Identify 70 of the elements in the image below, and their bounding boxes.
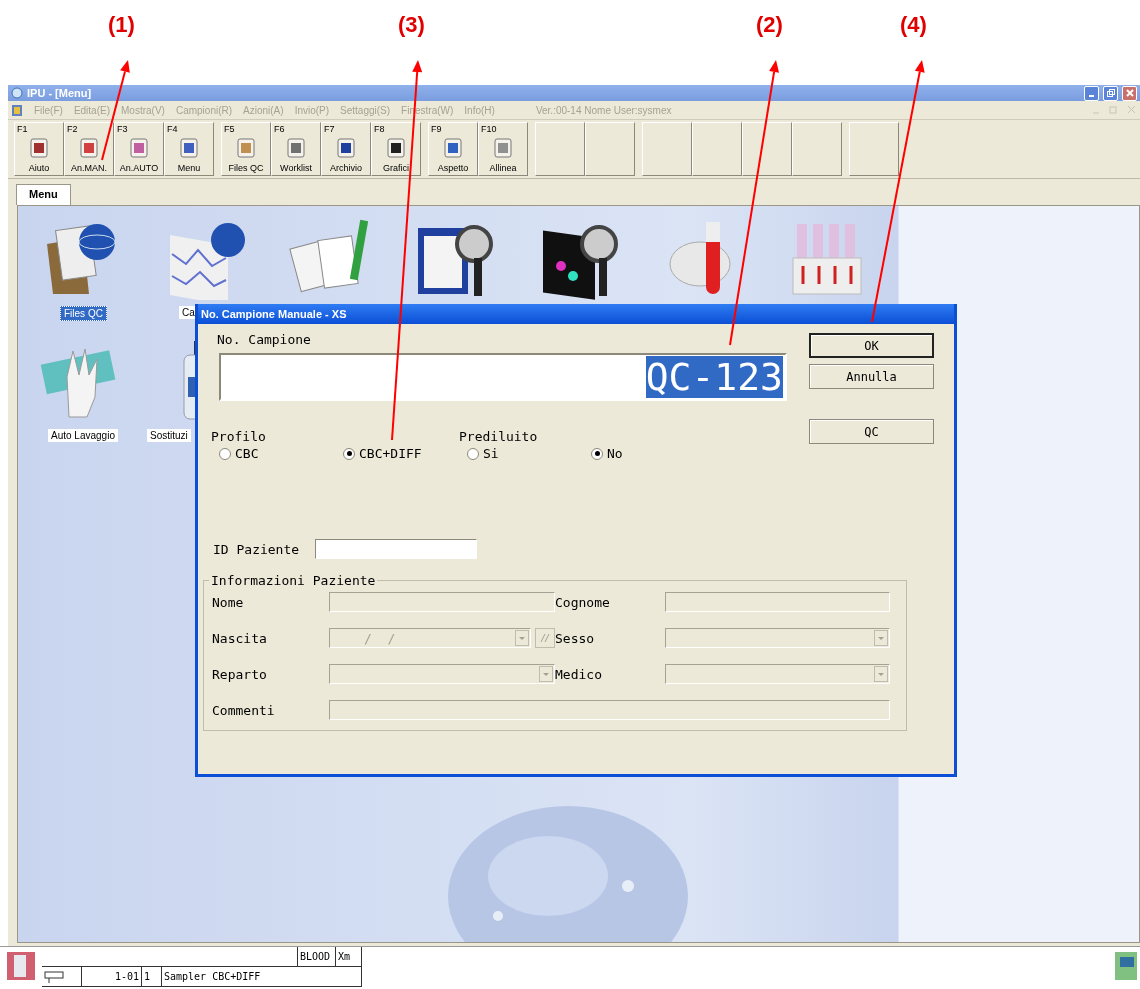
- annotation-label: (4): [900, 12, 927, 38]
- dialog-button[interactable]: Annulla: [809, 364, 934, 389]
- blank-toolbar-button[interactable]: [585, 122, 635, 176]
- toolbar-button[interactable]: F9 Aspetto: [428, 122, 478, 176]
- field-label: Cognome: [555, 594, 611, 610]
- field-label: Medico: [555, 666, 603, 682]
- blank-toolbar-button[interactable]: [792, 122, 842, 176]
- blank-toolbar-button[interactable]: [642, 122, 692, 176]
- annotation-label: (2): [756, 12, 783, 38]
- toolbar-button[interactable]: F10 Allinea: [478, 122, 528, 176]
- field-label: ID Paziente: [213, 541, 300, 557]
- field-label: No. Campione: [217, 332, 312, 347]
- field-label: Sesso: [555, 630, 596, 646]
- restore-icon: [1106, 89, 1115, 97]
- radio-dot-icon[interactable]: [219, 447, 231, 460]
- group-title: Informazioni Paziente: [210, 573, 377, 588]
- version-text: Ver.:00-14 Nome User:sysmex: [535, 104, 673, 116]
- close-icon: [1125, 89, 1134, 97]
- dialog-title: No. Campione Manuale - XS: [198, 304, 954, 324]
- status-cell: Xm: [336, 947, 362, 967]
- slash-icon: [539, 632, 551, 644]
- group-label: Profilo: [211, 429, 267, 444]
- radio-dot-icon[interactable]: [343, 447, 355, 460]
- radio-option[interactable]: CBC: [219, 446, 335, 461]
- toolbar-button[interactable]: F5 Files QC: [221, 122, 271, 176]
- status-cell: 1-01: [82, 967, 142, 987]
- toolbar-button[interactable]: F3 An.AUTO: [114, 122, 164, 176]
- toolbar-button[interactable]: F8 Grafici: [371, 122, 421, 176]
- blank-toolbar-button[interactable]: [692, 122, 742, 176]
- field-label: Nome: [212, 594, 245, 610]
- minimize-button[interactable]: [1084, 85, 1099, 101]
- radio-dot-icon[interactable]: [467, 447, 479, 460]
- field-label: Reparto: [212, 666, 268, 682]
- rack-icon: [44, 970, 66, 983]
- radio-option[interactable]: No: [591, 446, 707, 461]
- field-label: Commenti: [212, 702, 276, 718]
- blank-toolbar-button[interactable]: [849, 122, 899, 176]
- status-cell: BLOOD: [298, 947, 336, 967]
- toolbar-button[interactable]: F1 Aiuto: [14, 122, 64, 176]
- icon-label[interactable]: Files QC: [60, 306, 107, 321]
- close-button[interactable]: [1122, 85, 1137, 101]
- toolbar-button[interactable]: F2 An.MAN.: [64, 122, 114, 176]
- icon-label[interactable]: Auto Lavaggio: [48, 429, 118, 442]
- blank-toolbar-button[interactable]: [742, 122, 792, 176]
- app-icon: [11, 87, 23, 99]
- toolbar-button[interactable]: F7 Archivio: [321, 122, 371, 176]
- monitor-icon: [1114, 951, 1138, 981]
- radio-option[interactable]: CBC+DIFF: [343, 446, 459, 461]
- window-controls-icon: [1091, 105, 1137, 115]
- annotation-label: (3): [398, 12, 425, 38]
- patient-id-field[interactable]: [315, 539, 478, 559]
- toolbar-button[interactable]: F4 Menu: [164, 122, 214, 176]
- dialog-button[interactable]: OK: [809, 333, 934, 358]
- status-cell: Sampler CBC+DIFF: [162, 967, 362, 987]
- radio-dot-icon[interactable]: [591, 447, 603, 460]
- dialog-button[interactable]: QC: [809, 419, 934, 444]
- window-title: IPU - [Menu]: [27, 87, 93, 99]
- blank-toolbar-button[interactable]: [535, 122, 585, 176]
- sample-number-field[interactable]: QC-123: [219, 353, 787, 401]
- field-label: Nascita: [212, 630, 268, 646]
- tab[interactable]: Menu: [16, 184, 71, 205]
- annotation-label: (1): [108, 12, 135, 38]
- analyzer-icon: [6, 951, 36, 981]
- document-icon: [11, 103, 23, 117]
- radio-option[interactable]: Si: [467, 446, 583, 461]
- icon-label[interactable]: Sostituzi: [147, 429, 191, 442]
- group-label: Prediluito: [459, 429, 539, 444]
- restore-button[interactable]: [1103, 85, 1118, 101]
- toolbar-button[interactable]: F6 Worklist: [271, 122, 321, 176]
- status-cell: 1: [142, 967, 162, 987]
